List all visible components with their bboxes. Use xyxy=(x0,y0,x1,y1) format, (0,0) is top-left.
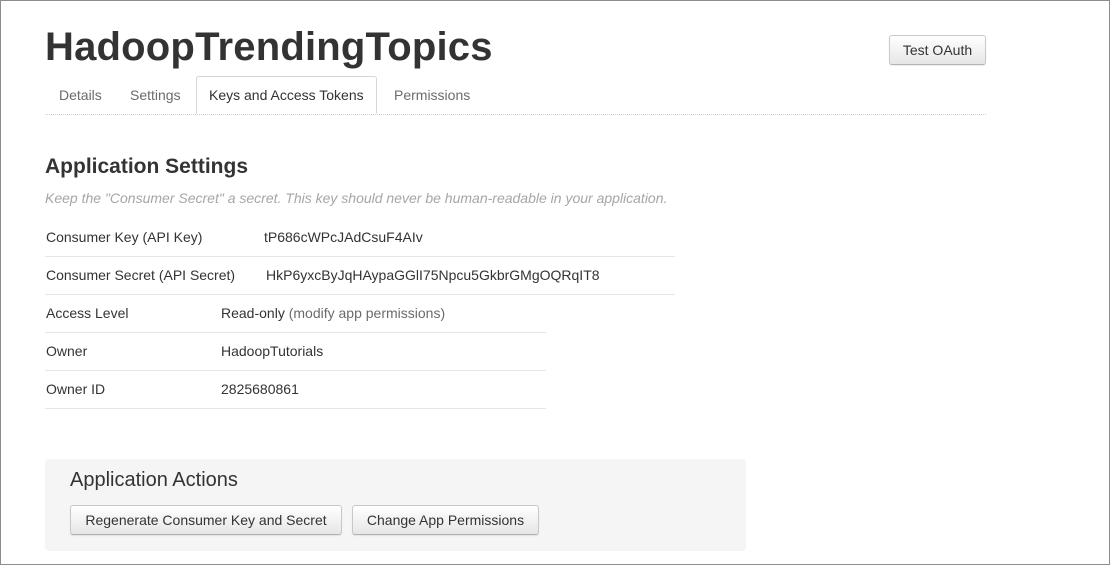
access-level-label: Access Level xyxy=(46,305,129,321)
tab-keys-and-access-tokens[interactable]: Keys and Access Tokens xyxy=(196,76,377,114)
tab-bar: Details Settings Keys and Access Tokens … xyxy=(45,76,986,115)
application-actions-heading: Application Actions xyxy=(70,469,238,491)
consumer-key-label: Consumer Key (API Key) xyxy=(46,229,203,245)
owner-label: Owner xyxy=(46,343,88,359)
paren-close: ) xyxy=(440,305,446,321)
access-level-value-group: Read-only (modify app permissions) xyxy=(221,294,445,332)
application-settings-heading: Application Settings xyxy=(45,155,249,178)
access-level-value: Read-only xyxy=(221,305,285,321)
tab-details[interactable]: Details xyxy=(59,76,102,114)
tab-settings[interactable]: Settings xyxy=(130,76,181,114)
consumer-key-row: Consumer Key (API Key) tP686cWPcJAdCsuF4… xyxy=(45,218,675,257)
owner-row: Owner HadoopTutorials xyxy=(45,332,546,371)
test-oauth-button[interactable]: Test OAuth xyxy=(889,35,986,65)
app-title: HadoopTrendingTopics xyxy=(45,25,493,69)
access-level-row: Access Level Read-only (modify app permi… xyxy=(45,294,546,333)
consumer-secret-label: Consumer Secret (API Secret) xyxy=(46,267,236,283)
consumer-key-value: tP686cWPcJAdCsuF4AIv xyxy=(264,229,423,245)
application-settings-note: Keep the "Consumer Secret" a secret. Thi… xyxy=(45,190,668,206)
owner-value: HadoopTutorials xyxy=(221,343,324,359)
modify-app-permissions-link[interactable]: modify app permissions xyxy=(293,305,440,321)
owner-id-row: Owner ID 2825680861 xyxy=(45,370,546,409)
consumer-secret-value: HkP6yxcByJqHAypaGGlI75Npcu5GkbrGMgOQRqIT… xyxy=(266,267,600,283)
consumer-secret-row: Consumer Secret (API Secret) HkP6yxcByJq… xyxy=(45,256,675,295)
application-actions-panel: Application Actions Regenerate Consumer … xyxy=(45,459,746,551)
tab-permissions[interactable]: Permissions xyxy=(394,76,470,114)
change-app-permissions-button[interactable]: Change App Permissions xyxy=(352,505,539,535)
regenerate-consumer-key-button[interactable]: Regenerate Consumer Key and Secret xyxy=(70,505,342,535)
page-frame: HadoopTrendingTopics Test OAuth Details … xyxy=(0,0,1110,565)
owner-id-value: 2825680861 xyxy=(221,381,299,397)
owner-id-label: Owner ID xyxy=(46,381,106,397)
